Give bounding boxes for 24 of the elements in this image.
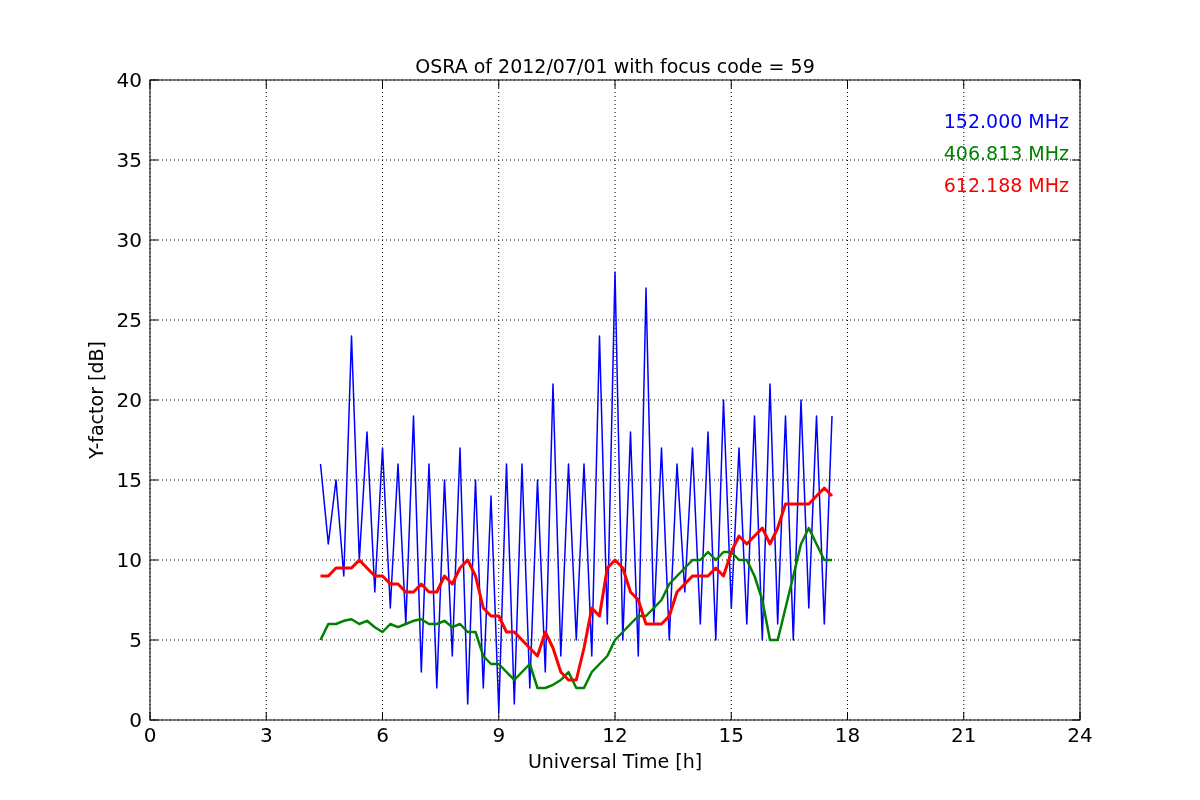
y-tick-label: 5 (129, 628, 142, 652)
y-tick-label: 0 (129, 708, 142, 732)
x-axis-label: Universal Time [h] (527, 750, 703, 772)
x-tick-label: 6 (376, 723, 389, 747)
y-tick-label: 30 (116, 228, 142, 252)
y-tick-label: 25 (116, 308, 142, 332)
y-axis-label: Y-factor [dB] (85, 341, 107, 459)
y-tick-label: 10 (116, 548, 142, 572)
y-tick-label: 35 (116, 148, 142, 172)
legend-label: 612.188 MHz (943, 174, 1069, 196)
legend-label: 406.813 MHz (943, 142, 1069, 164)
x-tick-label: 21 (951, 723, 977, 747)
x-tick-label: 3 (259, 723, 273, 747)
y-tick-label: 15 (116, 468, 142, 492)
x-tick-label: 0 (143, 723, 157, 747)
x-tick-label: 24 (1067, 723, 1093, 747)
legend-label: 152.000 MHz (943, 110, 1069, 132)
x-tick-label: 15 (718, 723, 744, 747)
y-tick-label: 20 (116, 388, 142, 412)
chart-title: OSRA of 2012/07/01 with focus code = 59 (415, 55, 815, 77)
y-tick-label: 40 (116, 68, 142, 92)
x-tick-label: 12 (602, 723, 628, 747)
x-tick-label: 9 (492, 723, 506, 747)
x-tick-label: 18 (834, 723, 861, 747)
